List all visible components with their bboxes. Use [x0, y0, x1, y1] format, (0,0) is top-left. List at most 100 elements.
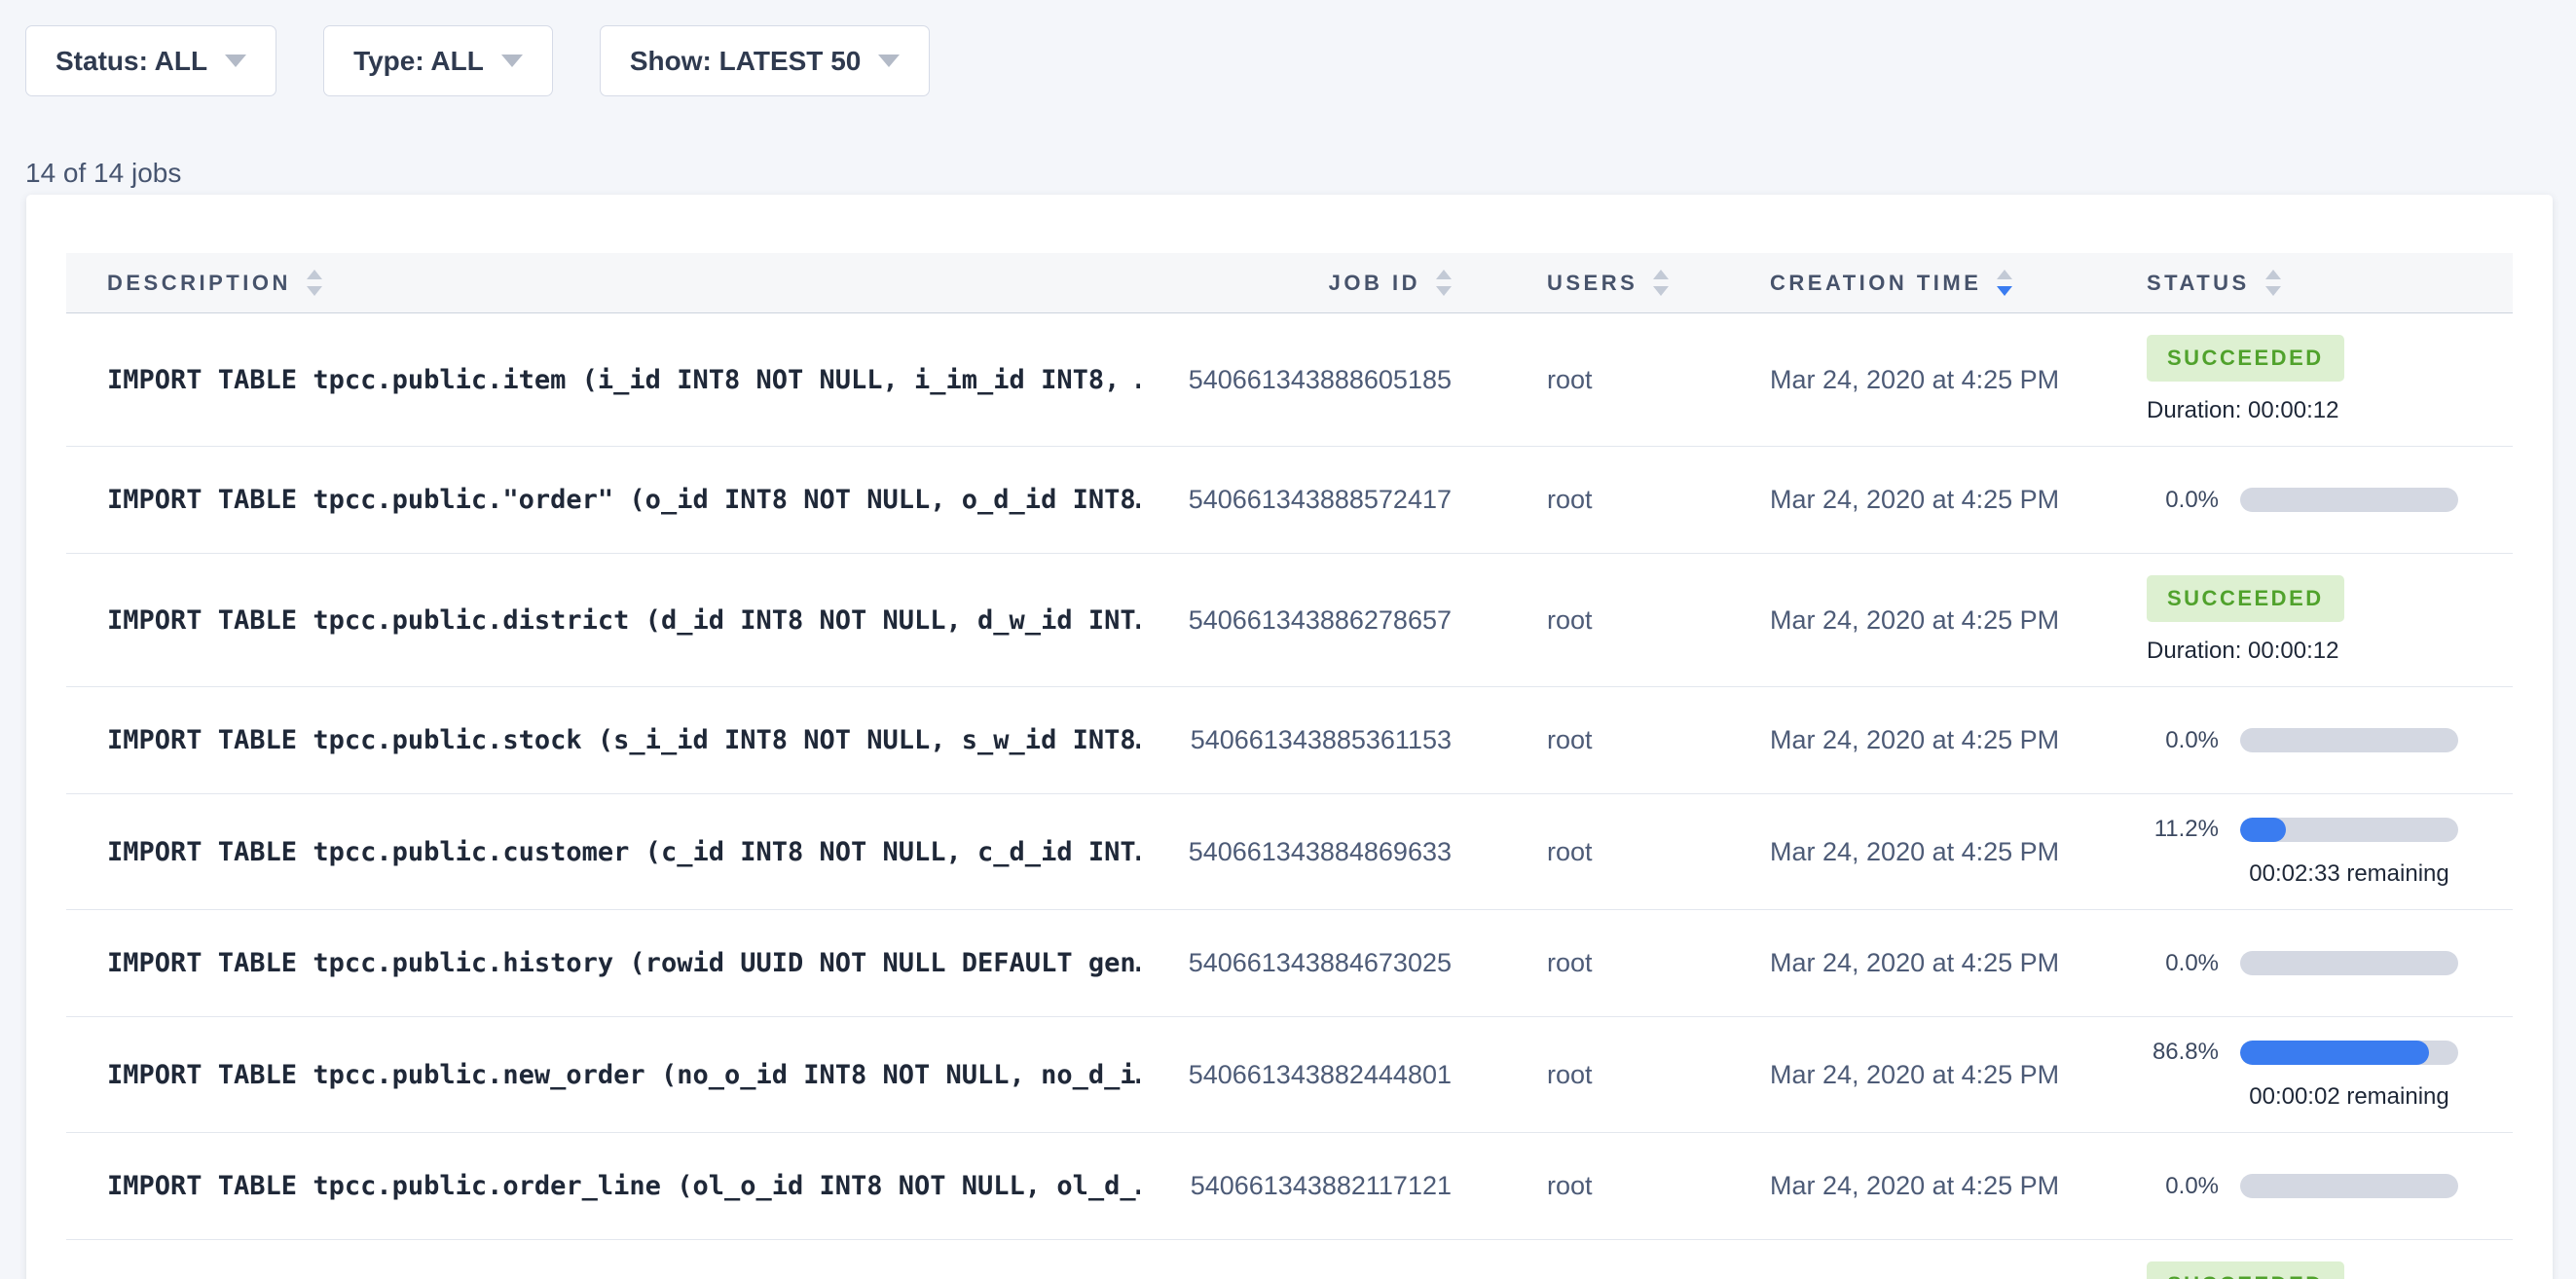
- job-user: root: [1452, 605, 1770, 636]
- column-header-status[interactable]: STATUS: [2147, 270, 2513, 296]
- job-status-cell: 0.0%: [2147, 706, 2513, 776]
- status-filter-label: Status: ALL: [55, 46, 207, 77]
- table-row: IMPORT TABLE tpcc.public.stock (s_i_id I…: [66, 687, 2513, 794]
- sort-arrows-icon: [1436, 270, 1452, 296]
- job-creation-time: Mar 24, 2020 at 4:25 PM: [1770, 605, 2147, 636]
- sort-asc-icon: [1436, 270, 1452, 279]
- table-row: IMPORT TABLE tpcc.public."order" (o_id I…: [66, 447, 2513, 554]
- job-id: 540661343882444801: [1140, 1060, 1452, 1090]
- chevron-down-icon: [225, 55, 246, 67]
- job-id: 540661343886278657: [1140, 605, 1452, 636]
- sort-asc-icon: [1997, 270, 2012, 279]
- jobs-count: 14 of 14 jobs: [25, 158, 2553, 189]
- job-creation-time: Mar 24, 2020 at 4:25 PM: [1770, 485, 2147, 515]
- sort-arrows-icon: [2265, 270, 2281, 296]
- table-row: IMPORT TABLE tpcc.public.customer (c_id …: [66, 794, 2513, 910]
- sort-asc-icon: [1653, 270, 1669, 279]
- sort-asc-icon: [2265, 270, 2281, 279]
- column-header-users[interactable]: USERS: [1452, 270, 1770, 296]
- progress-percent: 0.0%: [2147, 950, 2219, 977]
- job-status-cell: SUCCEEDED Duration: 00:00:08: [2147, 1240, 2513, 1279]
- job-user: root: [1452, 948, 1770, 978]
- job-status-cell: SUCCEEDED Duration: 00:00:12: [2147, 554, 2513, 686]
- status-badge: SUCCEEDED: [2147, 575, 2344, 622]
- table-row: IMPORT TABLE tpcc.public.district (d_id …: [66, 554, 2513, 687]
- type-filter-dropdown[interactable]: Type: ALL: [323, 25, 553, 96]
- job-creation-time: Mar 24, 2020 at 4:25 PM: [1770, 365, 2147, 395]
- job-description: IMPORT TABLE tpcc.public."order" (o_id I…: [66, 485, 1140, 515]
- job-user: root: [1452, 725, 1770, 755]
- filter-bar: Status: ALL Type: ALL Show: LATEST 50: [25, 25, 2553, 96]
- chevron-down-icon: [501, 55, 523, 67]
- job-id: 540661343884869633: [1140, 837, 1452, 867]
- job-user: root: [1452, 1171, 1770, 1201]
- job-user: root: [1452, 365, 1770, 395]
- job-id: 540661343885361153: [1140, 725, 1452, 755]
- type-filter-label: Type: ALL: [353, 46, 484, 77]
- job-creation-time: Mar 24, 2020 at 4:25 PM: [1770, 725, 2147, 755]
- status-badge: SUCCEEDED: [2147, 1261, 2344, 1279]
- table-row: IMPORT TABLE tpcc.public.order_line (ol_…: [66, 1133, 2513, 1240]
- progress-bar: [2240, 728, 2458, 752]
- progress-bar-fill: [2240, 818, 2286, 842]
- progress-bar: [2240, 951, 2458, 975]
- job-description: IMPORT TABLE tpcc.public.stock (s_i_id I…: [66, 725, 1140, 755]
- sort-desc-icon: [1997, 286, 2012, 296]
- progress-percent: 11.2%: [2147, 816, 2219, 843]
- table-row: IMPORT TABLE tpcc.public.history (rowid …: [66, 910, 2513, 1017]
- jobs-page: Status: ALL Type: ALL Show: LATEST 50 14…: [0, 0, 2576, 1279]
- column-header-description[interactable]: DESCRIPTION: [66, 270, 1140, 296]
- job-status-cell: 11.2% 00:02:33 remaining: [2147, 794, 2513, 909]
- time-remaining: 00:00:02 remaining: [2240, 1083, 2458, 1111]
- table-row: IMPORT TABLE tpcc.public.warehouse (w_id…: [66, 1240, 2513, 1279]
- table-header-row: DESCRIPTION JOB ID USERS CREATION TIME S…: [66, 253, 2513, 313]
- job-creation-time: Mar 24, 2020 at 4:25 PM: [1770, 837, 2147, 867]
- job-status-cell: 0.0%: [2147, 1151, 2513, 1222]
- job-id: 540661343888605185: [1140, 365, 1452, 395]
- chevron-down-icon: [878, 55, 900, 67]
- sort-asc-icon: [307, 270, 322, 279]
- job-description: IMPORT TABLE tpcc.public.history (rowid …: [66, 948, 1140, 978]
- table-row: IMPORT TABLE tpcc.public.item (i_id INT8…: [66, 313, 2513, 447]
- progress-percent: 0.0%: [2147, 727, 2219, 754]
- job-duration: Duration: 00:00:12: [2147, 638, 2338, 665]
- job-creation-time: Mar 24, 2020 at 4:25 PM: [1770, 948, 2147, 978]
- job-status-cell: 0.0%: [2147, 465, 2513, 535]
- sort-desc-icon: [2265, 286, 2281, 296]
- job-user: root: [1452, 837, 1770, 867]
- progress-bar: [2240, 488, 2458, 512]
- progress-bar: [2240, 1041, 2458, 1065]
- show-filter-dropdown[interactable]: Show: LATEST 50: [600, 25, 931, 96]
- sort-arrows-icon: [1653, 270, 1669, 296]
- progress-percent: 0.0%: [2147, 487, 2219, 514]
- job-status-cell: 0.0%: [2147, 929, 2513, 999]
- job-user: root: [1452, 485, 1770, 515]
- sort-desc-icon: [307, 286, 322, 296]
- column-header-job-id[interactable]: JOB ID: [1140, 270, 1452, 296]
- job-user: root: [1452, 1060, 1770, 1090]
- table-row: IMPORT TABLE tpcc.public.new_order (no_o…: [66, 1017, 2513, 1133]
- job-creation-time: Mar 24, 2020 at 4:25 PM: [1770, 1060, 2147, 1090]
- jobs-table-card: DESCRIPTION JOB ID USERS CREATION TIME S…: [26, 195, 2553, 1279]
- job-description: IMPORT TABLE tpcc.public.customer (c_id …: [66, 837, 1140, 867]
- sort-desc-icon: [1653, 286, 1669, 296]
- sort-arrows-icon: [1997, 270, 2012, 296]
- job-id: 540661343888572417: [1140, 485, 1452, 515]
- job-id: 540661343884673025: [1140, 948, 1452, 978]
- sort-arrows-icon: [307, 270, 322, 296]
- progress-percent: 86.8%: [2147, 1039, 2219, 1066]
- job-description: IMPORT TABLE tpcc.public.new_order (no_o…: [66, 1060, 1140, 1090]
- show-filter-label: Show: LATEST 50: [630, 46, 862, 77]
- progress-percent: 0.0%: [2147, 1173, 2219, 1200]
- sort-desc-icon: [1436, 286, 1452, 296]
- time-remaining: 00:02:33 remaining: [2240, 860, 2458, 888]
- job-creation-time: Mar 24, 2020 at 4:25 PM: [1770, 1171, 2147, 1201]
- job-status-cell: 86.8% 00:00:02 remaining: [2147, 1017, 2513, 1132]
- job-status-cell: SUCCEEDED Duration: 00:00:12: [2147, 313, 2513, 446]
- status-badge: SUCCEEDED: [2147, 335, 2344, 382]
- column-header-creation-time[interactable]: CREATION TIME: [1770, 270, 2147, 296]
- status-filter-dropdown[interactable]: Status: ALL: [25, 25, 276, 96]
- job-description: IMPORT TABLE tpcc.public.item (i_id INT8…: [66, 365, 1140, 395]
- job-description: IMPORT TABLE tpcc.public.order_line (ol_…: [66, 1171, 1140, 1201]
- table-body: IMPORT TABLE tpcc.public.item (i_id INT8…: [66, 313, 2513, 1279]
